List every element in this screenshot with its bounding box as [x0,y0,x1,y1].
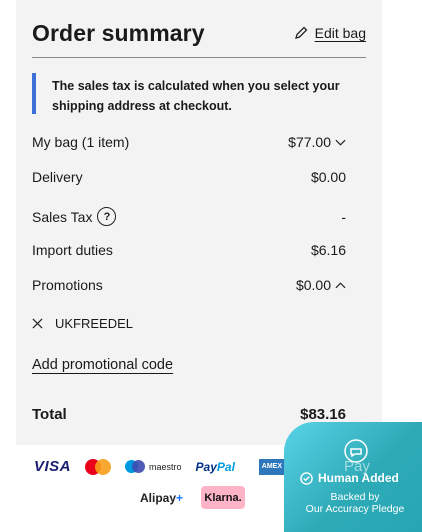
import-duties-label: Import duties [32,242,113,258]
delivery-row: Delivery $0.00 [32,169,346,185]
badge-title-label: Human Added [318,471,399,485]
delivery-label: Delivery [32,169,83,185]
maestro-label: maestro [149,461,182,472]
mastercard-logo [85,458,112,475]
promotions-value: $0.00 [295,277,331,293]
amex-logo: AMEX [258,458,285,475]
question-icon[interactable]: ? [97,207,117,226]
bag-row: My bag (1 item) $77.00 [32,134,346,150]
notice-line-2: shipping address at checkout. [52,99,232,113]
badge-sub-line-1: Backed by [330,491,380,503]
sales-tax-notice: The sales tax is calculated when you sel… [32,73,366,114]
pencil-icon [294,26,308,39]
edit-bag-label: Edit bag [314,25,366,41]
promotions-row: Promotions $0.00 [32,277,346,293]
badge-subtitle: Backed by Our Accuracy Pledge [284,491,422,515]
alipay-logo: Alipay+ [140,490,184,505]
paypal-label-a: Pay [195,459,217,474]
payment-methods-row-2: Alipay+ Klarna. [140,486,246,509]
paypal-logo: PayPal [196,460,235,474]
bag-label: My bag (1 item) [32,134,130,150]
visa-logo: VISA [34,458,72,475]
alipay-label: Alipay [140,490,177,505]
sales-tax-label: Sales Tax [32,208,93,225]
sales-tax-value: - [341,208,346,225]
applied-promo-code: UKFREEDEL [32,316,133,331]
notice-line-1: The sales tax is calculated when you sel… [52,79,340,93]
payment-methods-row-1: VISA maestro PayPal AMEX [34,458,285,475]
chevron-up-icon[interactable] [335,280,346,291]
maestro-circles-icon [125,459,146,475]
delivery-value: $0.00 [310,169,346,185]
check-circle-icon [300,471,313,485]
summary-header: Order summary Edit bag [32,18,366,58]
total-row: Total $83.16 [32,406,346,423]
maestro-logo: maestro [125,459,182,475]
paypal-label-b: Pal [216,459,235,474]
accuracy-pledge-badge[interactable]: Pay Human Added Backed by Our Accuracy P… [284,422,422,532]
bag-value: $77.00 [288,134,331,150]
klarna-logo: Klarna. [201,486,246,509]
add-promotional-code-link[interactable]: Add promotional code [32,357,173,373]
import-duties-value: $6.16 [310,242,346,258]
edit-bag-link[interactable]: Edit bag [293,25,366,41]
promo-code-label: UKFREEDEL [55,316,134,331]
total-value: $83.16 [300,406,346,423]
badge-title: Human Added [300,471,399,485]
promotions-label: Promotions [32,277,103,293]
import-duties-row: Import duties $6.16 [32,242,346,258]
chevron-down-icon[interactable] [335,137,346,148]
total-label: Total [32,406,67,423]
order-summary-panel: Order summary Edit bag The sales tax is … [16,0,382,445]
sales-tax-row: Sales Tax ? - [32,207,346,226]
close-icon[interactable] [32,318,43,329]
badge-sub-line-2: Our Accuracy Pledge [305,503,405,515]
page-title: Order summary [32,20,205,46]
